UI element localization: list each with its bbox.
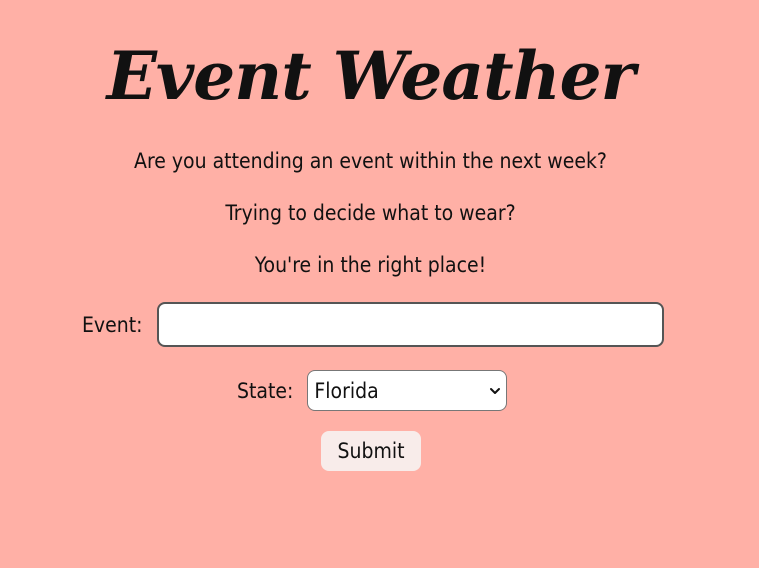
submit-button[interactable]: Submit xyxy=(321,431,421,471)
state-field-row: State: Florida xyxy=(237,370,508,411)
event-input[interactable] xyxy=(156,302,664,347)
state-label: State: xyxy=(237,378,294,403)
chevron-down-icon xyxy=(490,388,501,394)
state-select[interactable]: Florida xyxy=(307,370,508,411)
intro-line-wear-question: Trying to decide what to wear? xyxy=(225,201,516,225)
intro-line-right-place: You're in the right place! xyxy=(254,253,487,277)
event-field-row: Event: xyxy=(82,302,664,347)
intro-line-event-question: Are you attending an event within the ne… xyxy=(134,149,607,173)
page-title: Event Weather xyxy=(106,37,636,115)
event-label: Event: xyxy=(82,312,143,337)
state-select-value: Florida xyxy=(314,379,379,403)
